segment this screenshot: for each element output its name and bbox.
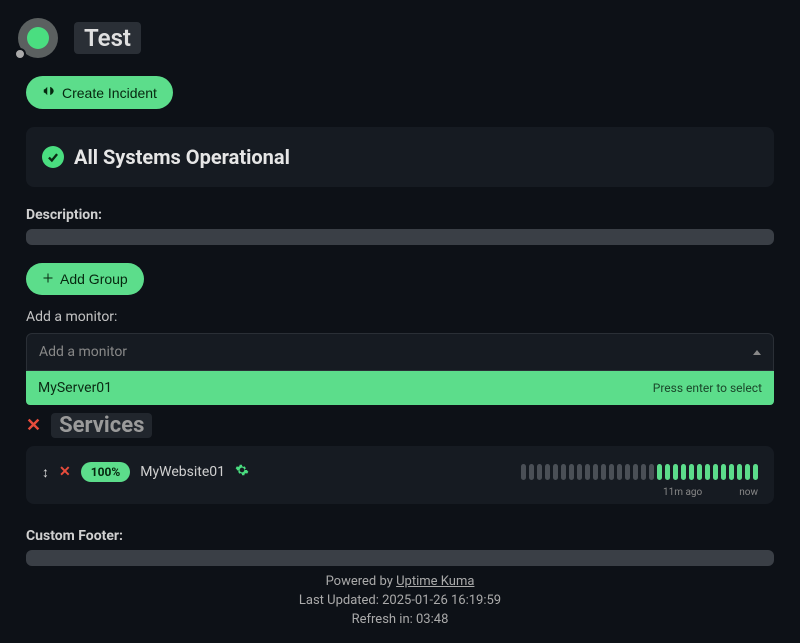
heartbeat-tick [577,464,582,480]
heartbeat-tick [745,464,750,480]
heartbeat-tick [625,464,630,480]
heartbeat-time-labels: 11m ago now [523,487,758,498]
heartbeat-tick [569,464,574,480]
heartbeat-tick [617,464,622,480]
add-group-label: Add Group [60,271,128,287]
group-name[interactable]: Services [51,413,152,438]
page-title[interactable]: Test [74,22,141,54]
heartbeat-tick [697,464,702,480]
monitor-select-input[interactable]: Add a monitor [26,333,774,371]
remove-monitor-button[interactable]: ✕ [59,464,71,480]
add-monitor-label: Add a monitor: [26,309,774,325]
megaphone-icon [42,84,56,101]
heartbeat-tick [633,464,638,480]
add-group-button[interactable]: Add Group [26,263,144,295]
heartbeat-tick [681,464,686,480]
heartbeat-tick [673,464,678,480]
check-circle-icon [42,146,64,168]
heartbeat-left-label: 11m ago [663,487,702,498]
heartbeat-tick [641,464,646,480]
heartbeat-tick [521,464,526,480]
heartbeat-right-label: now [739,487,758,498]
heartbeat-tick [561,464,566,480]
header: Test [0,0,800,66]
heartbeat-tick [585,464,590,480]
heartbeat-tick [537,464,542,480]
custom-footer-input[interactable] [26,550,774,566]
heartbeat-tick [601,464,606,480]
option-label: MyServer01 [38,380,112,396]
gear-icon[interactable] [235,463,249,481]
heartbeat-tick [529,464,534,480]
drag-handle-icon[interactable]: ↕ [42,464,49,481]
heartbeat-tick [705,464,710,480]
app-logo[interactable] [18,18,58,58]
uptime-badge: 100% [81,462,131,482]
heartbeat-tick [553,464,558,480]
monitor-select-placeholder: Add a monitor [39,344,127,360]
last-updated: Last Updated: 2025-01-26 16:19:59 [26,591,774,610]
description-label: Description: [26,207,774,223]
heartbeat-tick [729,464,734,480]
heartbeat-tick [689,464,694,480]
description-input[interactable] [26,229,774,245]
monitor-card: ↕ ✕ 100% MyWebsite01 11m ago now [26,446,774,504]
heartbeat-tick [665,464,670,480]
custom-footer-label: Custom Footer: [26,528,774,544]
heartbeat-tick [545,464,550,480]
monitor-name: MyWebsite01 [140,464,225,480]
system-status-bar: All Systems Operational [26,127,774,187]
chevron-up-icon [753,350,761,355]
heartbeat-tick [657,464,662,480]
option-hint: Press enter to select [653,381,762,395]
heartbeat-tick [713,464,718,480]
heartbeat-tick [593,464,598,480]
heartbeat-tick [753,464,758,480]
heartbeat-tick [649,464,654,480]
powered-by-link[interactable]: Uptime Kuma [396,574,474,589]
group-header: ✕ Services [26,413,774,438]
monitor-select-option[interactable]: MyServer01 Press enter to select [26,371,774,405]
create-incident-button[interactable]: Create Incident [26,76,173,109]
heartbeat-tick [737,464,742,480]
heartbeat-tick [609,464,614,480]
plus-icon [42,271,54,287]
powered-by: Powered by Uptime Kuma [26,572,774,591]
monitor-select: Add a monitor MyServer01 Press enter to … [26,333,774,405]
remove-group-button[interactable]: ✕ [26,415,41,436]
heartbeat-tick [721,464,726,480]
refresh-in: Refresh in: 03:48 [26,610,774,629]
heartbeat-bar [521,464,758,480]
create-incident-label: Create Incident [62,85,157,101]
status-message: All Systems Operational [74,145,290,169]
